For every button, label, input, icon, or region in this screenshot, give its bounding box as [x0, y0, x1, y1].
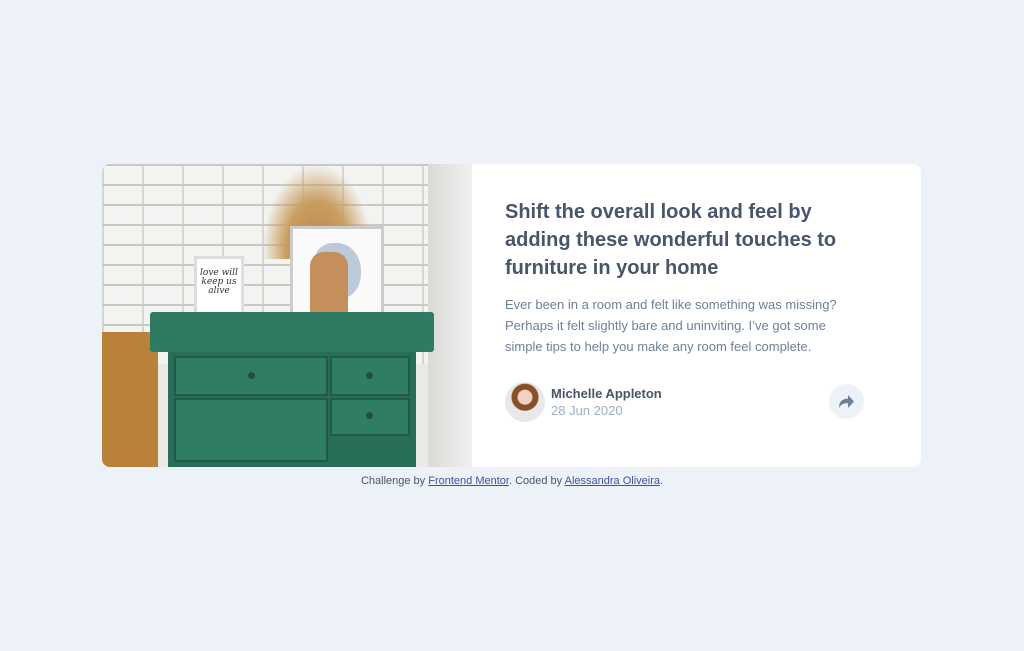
author-link[interactable]: Alessandra Oliveira — [565, 475, 660, 487]
article-title: Shift the overall look and feel by addin… — [505, 201, 837, 279]
wall-corner — [428, 164, 472, 467]
attribution-text: . Coded by — [508, 475, 565, 487]
attribution: Challenge by Frontend Mentor. Coded by A… — [0, 475, 1024, 487]
attribution-text: Challenge by — [360, 475, 429, 487]
article-image-drawers: love will keep us alive — [102, 164, 472, 467]
author-name: Michelle Appleton — [551, 386, 662, 401]
dresser-top — [150, 312, 434, 352]
article-content: Shift the overall look and feel by addin… — [472, 164, 921, 467]
quote-frame: love will keep us alive — [194, 256, 244, 318]
frontend-mentor-link[interactable]: Frontend Mentor — [428, 475, 509, 487]
avatar — [505, 382, 545, 422]
author-info: Michelle Appleton 28 Jun 2020 — [505, 382, 662, 422]
dresser — [168, 352, 416, 467]
article-description: Ever been in a room and felt like someth… — [505, 297, 837, 354]
pillow — [102, 332, 158, 467]
article-card: love will keep us alive Shift the overal… — [102, 164, 921, 467]
attribution-text: . — [659, 475, 664, 487]
post-date: 28 Jun 2020 — [551, 403, 623, 418]
share-arrow-icon — [839, 395, 854, 408]
share-button[interactable] — [829, 384, 864, 419]
